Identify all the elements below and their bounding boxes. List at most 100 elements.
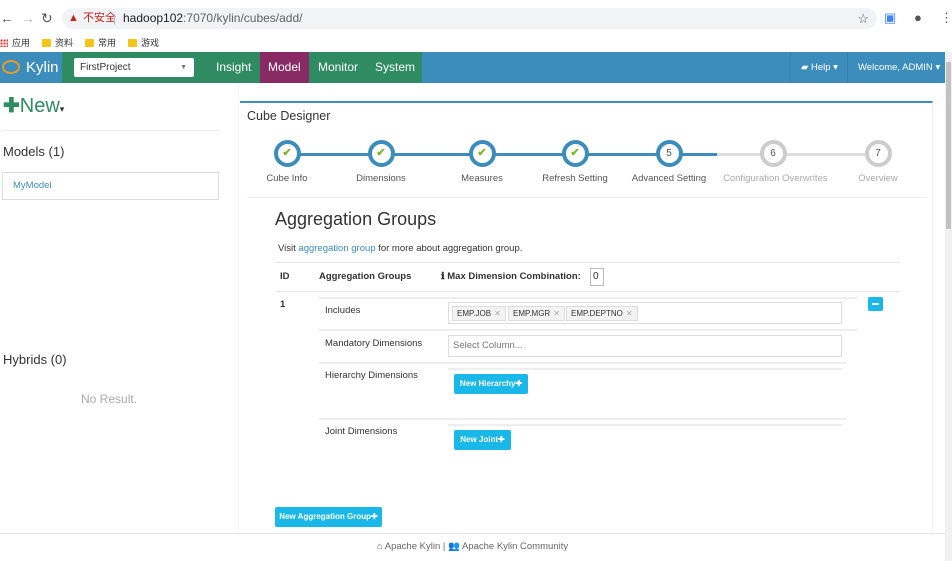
hierarchy-label: Hierarchy Dimensions	[325, 370, 418, 381]
chevron-down-icon: ▼	[180, 64, 187, 71]
panel-title: Cube Designer	[247, 109, 331, 123]
wizard-step-refresh-setting[interactable]: ✔ Refresh Setting	[525, 140, 625, 184]
section-title: Aggregation Groups	[275, 209, 437, 229]
help-menu[interactable]: ▰ Help ▾	[790, 52, 847, 83]
plus-icon: ✚	[3, 95, 20, 117]
wizard-step-configuration-overwrites[interactable]: 6 Configuration Overwrites	[723, 140, 828, 184]
apache-kylin-community-link[interactable]: Apache Kylin Community	[462, 541, 568, 552]
aggregation-group-link[interactable]: aggregation group	[298, 243, 375, 254]
includes-label: Includes	[325, 305, 361, 316]
brand[interactable]: Kylin	[0, 52, 62, 83]
wizard-steps: ✔ Cube Info ✔ Dimensions ✔ Measures ✔ Re…	[247, 140, 917, 195]
nav-insight[interactable]: Insight	[208, 52, 259, 83]
check-icon: ✔	[273, 140, 301, 167]
check-icon: ✔	[367, 140, 395, 167]
user-menu[interactable]: Welcome, ADMIN ▾	[847, 52, 945, 83]
caret-down-icon: ▾	[935, 62, 941, 73]
wizard-step-advanced-setting[interactable]: 5 Advanced Setting	[619, 140, 719, 184]
menu-dots-icon[interactable]: ⋮	[940, 10, 952, 26]
new-hierarchy-button[interactable]: New Hierarchy✚	[454, 374, 528, 394]
book-icon: ▰	[801, 62, 809, 73]
translate-icon[interactable]: ▣	[884, 10, 896, 26]
apache-kylin-link[interactable]: Apache Kylin	[385, 541, 440, 552]
divider	[448, 424, 842, 426]
remove-tag-icon[interactable]: ✕	[553, 309, 560, 318]
new-aggregation-group-button[interactable]: New Aggregation Group✚	[275, 507, 382, 527]
url-text: hadoop102:7070/kylin/cubes/add/	[123, 11, 303, 25]
max-dimension-label: ℹ Max Dimension Combination:	[441, 271, 581, 282]
app-navbar: Kylin FirstProject ▼ Insight Model Monit…	[0, 52, 945, 83]
wizard-step-measures[interactable]: ✔ Measures	[432, 140, 532, 184]
project-select[interactable]: FirstProject ▼	[74, 58, 194, 77]
divider	[275, 291, 900, 292]
model-list-item[interactable]: MyModel	[2, 172, 219, 200]
bookmark-folder[interactable]: 常用	[85, 36, 116, 49]
nav-model[interactable]: Model	[260, 52, 309, 83]
caret-down-icon: ▾	[833, 62, 838, 73]
bookmark-apps[interactable]: 应用	[0, 36, 30, 49]
includes-input[interactable]: EMP.JOB ✕ EMP.MGR ✕ EMP.DEPTNO ✕	[448, 302, 842, 324]
kylin-logo-icon	[2, 60, 20, 74]
dimension-tag: EMP.MGR ✕	[508, 306, 565, 321]
column-header-groups: Aggregation Groups	[319, 271, 412, 282]
address-bar[interactable]: ▲ 不安全 | hadoop102:7070/kylin/cubes/add/ …	[62, 8, 877, 29]
warning-icon: ▲	[68, 12, 79, 24]
column-header-id: ID	[280, 271, 290, 282]
divider	[319, 329, 857, 331]
wizard-step-dimensions[interactable]: ✔ Dimensions	[331, 140, 431, 184]
divider	[448, 368, 842, 370]
folder-icon	[42, 38, 51, 47]
bookmark-folder[interactable]: 资料	[42, 36, 73, 49]
footer: ⌂ Apache Kylin | 👥 Apache Kylin Communit…	[376, 541, 569, 552]
divider	[247, 197, 927, 198]
group-id: 1	[280, 299, 286, 310]
dimension-tag: EMP.JOB ✕	[452, 306, 506, 321]
new-button[interactable]: ✚New▾	[3, 93, 64, 118]
bookmark-star-icon[interactable]: ☆	[857, 8, 869, 29]
security-status: 不安全	[83, 12, 116, 24]
check-icon: ✔	[561, 140, 589, 167]
users-icon: 👥	[447, 541, 460, 552]
home-icon: ⌂	[376, 541, 383, 552]
nav-system[interactable]: System	[367, 52, 423, 83]
profile-icon[interactable]: ●	[914, 10, 922, 25]
divider	[275, 262, 900, 263]
folder-icon	[85, 38, 94, 47]
caret-down-icon: ▾	[59, 104, 65, 114]
divider	[319, 362, 847, 364]
wizard-step-overview[interactable]: 7 Overview	[828, 140, 928, 184]
apps-icon	[0, 38, 8, 47]
back-arrow-icon[interactable]: ←	[0, 10, 14, 26]
divider	[0, 533, 945, 534]
divider	[319, 297, 857, 299]
divider	[2, 130, 220, 131]
check-icon: ✔	[468, 140, 496, 167]
max-dimension-input[interactable]: 0	[590, 268, 604, 286]
help-text: Visit aggregation group for more about a…	[278, 243, 523, 254]
new-joint-button[interactable]: New Joint✚	[454, 430, 511, 450]
mandatory-label: Mandatory Dimensions	[325, 338, 423, 349]
hybrids-heading: Hybrids (0)	[3, 352, 67, 367]
wizard-step-cube-info[interactable]: ✔ Cube Info	[237, 140, 337, 184]
forward-arrow-icon[interactable]: →	[21, 10, 35, 26]
hybrids-empty-text: No Result.	[81, 392, 138, 406]
divider	[319, 418, 847, 420]
models-heading: Models (1)	[3, 144, 65, 159]
info-icon: ℹ	[441, 271, 445, 282]
step-number: 6	[759, 140, 787, 167]
remove-tag-icon[interactable]: ✕	[494, 309, 501, 318]
scrollbar-thumb[interactable]	[946, 62, 951, 229]
nav-monitor[interactable]: Monitor	[310, 52, 366, 83]
remove-group-button[interactable]	[868, 297, 883, 311]
reload-icon[interactable]: ↻	[41, 10, 53, 27]
joint-label: Joint Dimensions	[325, 426, 398, 437]
separator: |	[113, 11, 117, 25]
mandatory-select[interactable]: Select Column...	[448, 335, 842, 357]
bookmark-folder[interactable]: 游戏	[128, 36, 159, 49]
remove-tag-icon[interactable]: ✕	[626, 309, 633, 318]
browser-toolbar: ← → ↻ ▲ 不安全 | hadoop102:7070/kylin/cubes…	[0, 0, 952, 36]
bookmarks-bar: 应用 资料 常用 游戏	[0, 34, 952, 52]
dimension-tag: EMP.DEPTNO ✕	[566, 306, 638, 321]
step-number: 5	[655, 140, 683, 167]
folder-icon	[128, 38, 137, 47]
